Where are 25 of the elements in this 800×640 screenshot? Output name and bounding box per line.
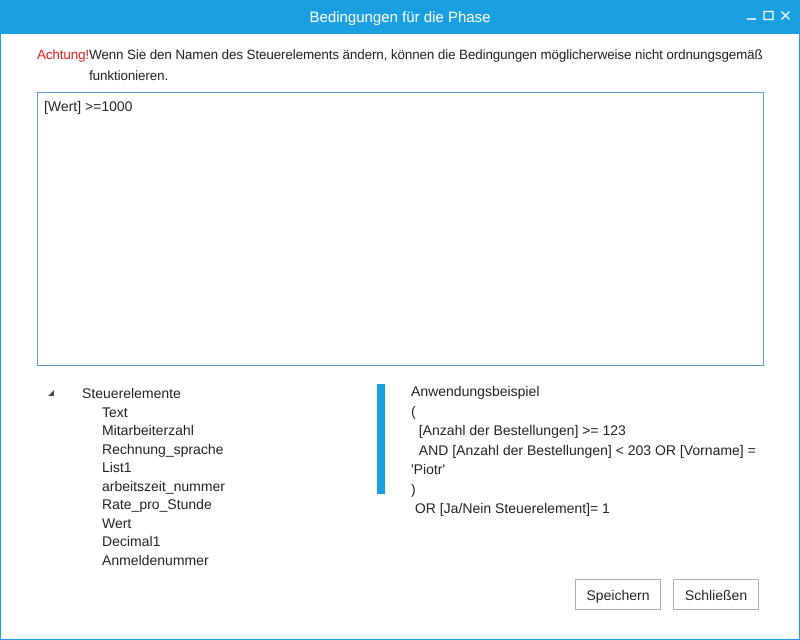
tree-item[interactable]: List1 bbox=[102, 458, 132, 476]
condition-editor[interactable]: [Wert] >=1000 bbox=[37, 92, 764, 366]
tree-item[interactable]: arbeitszeit_nummer bbox=[102, 476, 225, 495]
close-button[interactable]: Schließen bbox=[673, 579, 759, 610]
save-button[interactable]: Speichern bbox=[575, 579, 661, 610]
tree-item[interactable]: Text bbox=[102, 402, 128, 421]
tree-item[interactable]: Decimal1 bbox=[102, 532, 160, 550]
example-title: Anwendungsbeispiel bbox=[411, 382, 540, 401]
example-code-line: ( bbox=[411, 402, 417, 421]
example-code-line: AND [Anzahl der Bestellungen] < 203 OR [Vorname] = 'Piotr' bbox=[411, 440, 757, 479]
close-icon[interactable] bbox=[780, 10, 791, 21]
tree-item[interactable]: Wert bbox=[102, 514, 132, 532]
tree-item[interactable]: Anmeldenummer bbox=[102, 550, 209, 569]
expanded-triangle-icon[interactable] bbox=[47, 389, 55, 398]
window-title: Bedingungen für die Phase bbox=[310, 9, 490, 26]
tree-item[interactable]: Rate_pro_Stunde bbox=[102, 495, 212, 514]
tree-item[interactable]: Rechnung_sprache bbox=[102, 440, 224, 458]
maximize-icon[interactable] bbox=[763, 10, 774, 21]
example-code-line: OR [Ja/Nein Steuerelement]= 1 bbox=[414, 499, 611, 518]
example-code-line: [Anzahl der Bestellungen] >= 123 bbox=[418, 421, 627, 440]
warning-label: Achtung! bbox=[37, 46, 90, 64]
tree-item[interactable]: Steuerelemente bbox=[82, 384, 181, 402]
tree-item[interactable]: Mitarbeiterzahl bbox=[102, 421, 194, 440]
warning-message: Wenn Sie den Namen des Steuerelements ändern, können die Bedingungen möglicherweise nicht ordnungsgemäß funktionieren. bbox=[89, 46, 764, 85]
example-code-line: ) bbox=[411, 480, 417, 499]
